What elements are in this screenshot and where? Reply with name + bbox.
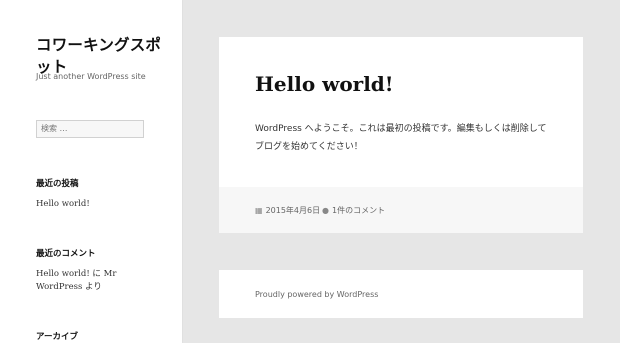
post-body: WordPress へようこそ。これは最初の投稿です。編集もしくは削除してブログ… (255, 124, 547, 152)
comment-suffix: より (82, 282, 102, 292)
recent-comments-title: 最近のコメント (36, 249, 96, 259)
post-date-text: 2015年4月6日 (265, 206, 321, 215)
post-comments[interactable]: ● 1件のコメント (322, 205, 385, 216)
comment-icon: ● (322, 206, 329, 215)
recent-comment-item: Hello world! に Mr WordPress より (36, 268, 146, 294)
post-card: Hello world! WordPress へようこそ。これは最初の投稿です。… (219, 37, 583, 233)
comment-post-link[interactable]: Hello world! (36, 269, 90, 279)
post-comments-text: 1件のコメント (331, 206, 386, 215)
footer-credit-link[interactable]: Proudly powered by WordPress (255, 290, 378, 299)
recent-posts-title: 最近の投稿 (36, 179, 79, 189)
site-description: Just another WordPress site (36, 72, 146, 81)
archives-title: アーカイブ (36, 332, 78, 342)
recent-post-link[interactable]: Hello world! (36, 198, 90, 211)
calendar-icon: ▦ (255, 206, 263, 215)
comment-connector: に (89, 269, 104, 279)
site-footer: Proudly powered by WordPress (219, 270, 583, 318)
sidebar: コワーキングスポット Just another WordPress site 最… (0, 0, 182, 343)
post-title[interactable]: Hello world! (255, 72, 394, 96)
post-date[interactable]: ▦ 2015年4月6日 (255, 205, 320, 216)
search-input[interactable] (36, 120, 144, 138)
